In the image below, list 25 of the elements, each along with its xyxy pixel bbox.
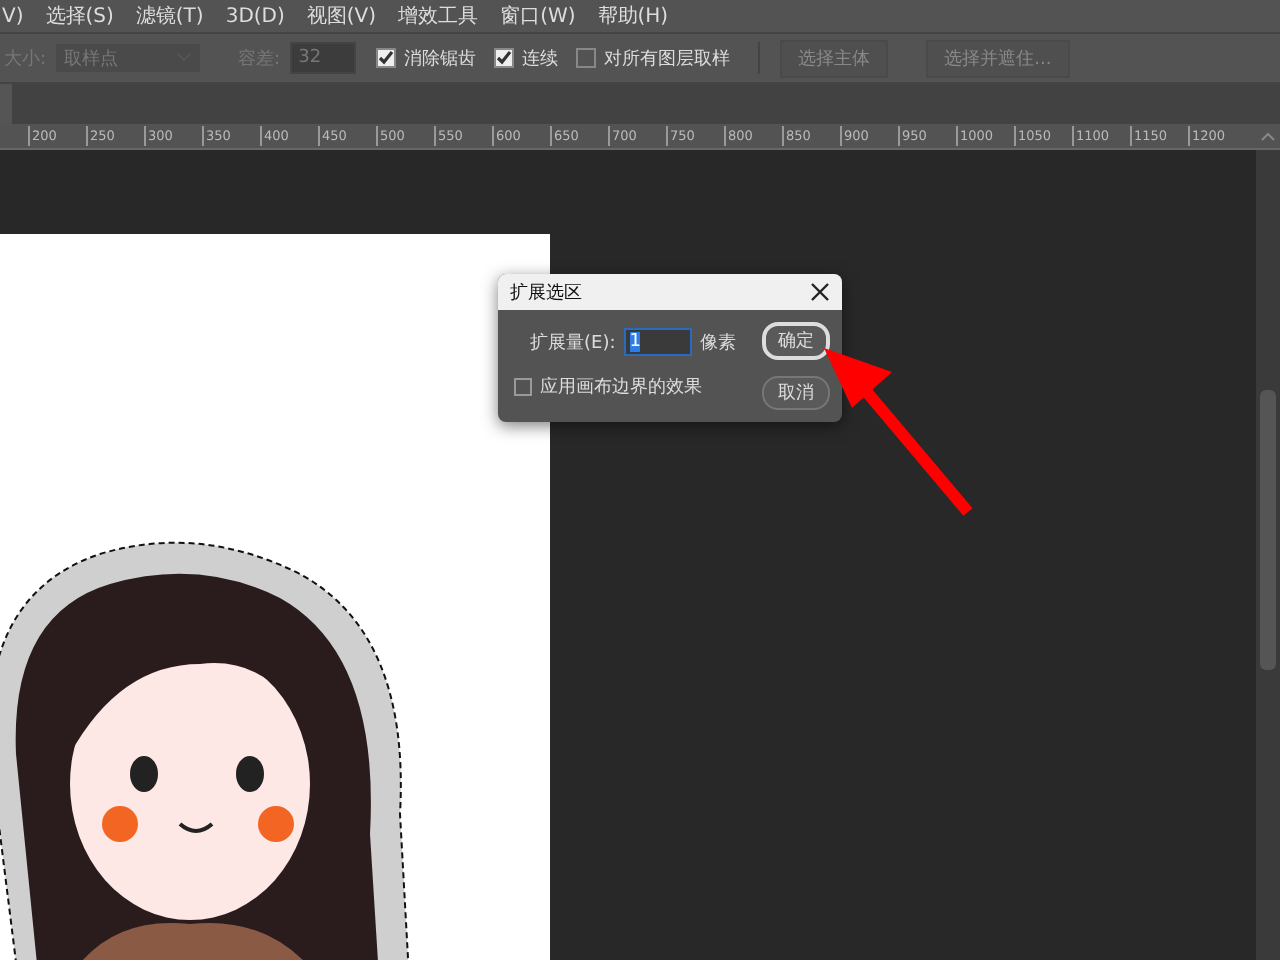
menu-item[interactable]: 增效工具 (398, 2, 479, 30)
dialog-button[interactable]: 取消 (762, 376, 830, 410)
checkbox[interactable] (376, 48, 397, 68)
vertical-scrollbar[interactable] (1256, 150, 1280, 960)
menu-item[interactable]: 帮助(H) (597, 2, 669, 30)
checkbox-label: 应用画布边界的效果 (540, 375, 702, 400)
scroll-up-icon[interactable] (1260, 130, 1276, 142)
checkbox-label: 对所有图层取样 (604, 47, 731, 71)
checkbox[interactable] (576, 48, 597, 68)
menu-item[interactable]: 3D(D) (225, 5, 285, 27)
expand-amount-label: 扩展量(E): (530, 331, 616, 355)
checkbox[interactable] (494, 48, 515, 68)
close-icon[interactable] (810, 282, 830, 302)
checkbox-label: 连续 (522, 47, 559, 71)
menu-item[interactable]: 选择(S) (45, 2, 114, 30)
checkbox[interactable] (514, 378, 532, 396)
menu-item[interactable]: 窗口(W) (500, 2, 576, 30)
menu-item[interactable]: V) (2, 5, 24, 27)
checkbox-label: 消除锯齿 (404, 47, 477, 71)
dialog-title: 扩展选区 (510, 281, 582, 305)
unit-label: 像素 (699, 331, 736, 355)
expand-amount-field[interactable]: 1 (623, 328, 692, 356)
menu-item[interactable]: 视图(V) (306, 2, 377, 30)
menu-item[interactable]: 滤镜(T) (135, 2, 204, 30)
dialog-button[interactable]: 确定 (762, 322, 830, 360)
